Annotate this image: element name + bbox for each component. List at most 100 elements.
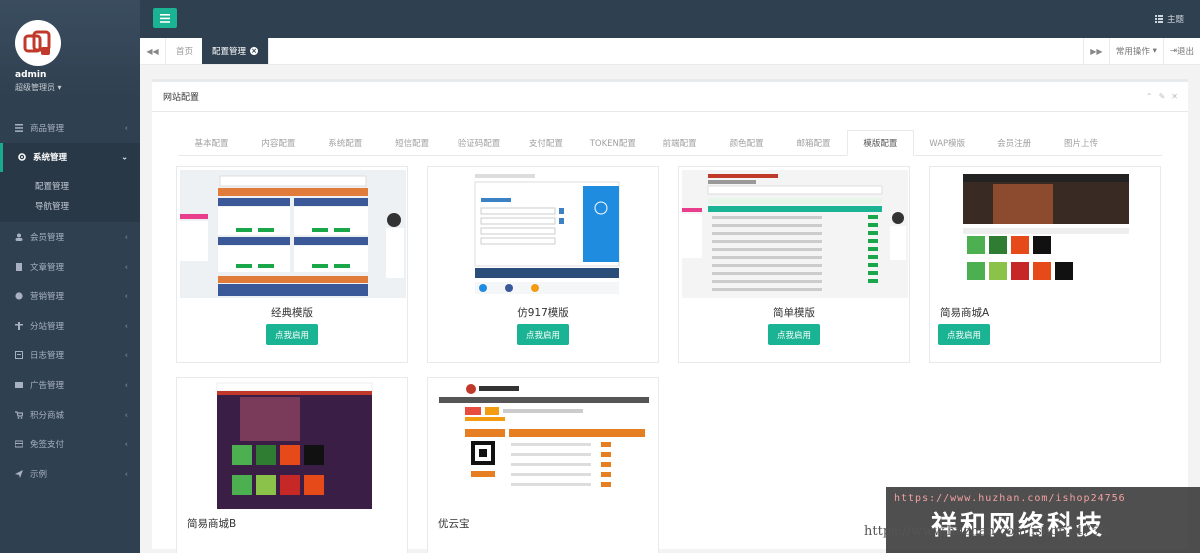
users-icon [15, 233, 23, 241]
chevron-left-icon: ‹ [124, 321, 128, 331]
template-card: 简单模版 点我启用 [678, 166, 910, 363]
template-preview [180, 381, 406, 509]
template-preview [180, 170, 406, 298]
sitemap-icon [15, 321, 23, 330]
sidebar-item-label: 广告管理 [30, 380, 65, 391]
close-icon[interactable]: × [250, 47, 259, 55]
chevron-down-icon: ⌄ [121, 152, 128, 162]
tabs-scroll-left-button[interactable]: ◀◀ [140, 38, 166, 64]
sidebar-item-label: 营销管理 [30, 292, 65, 303]
log-icon [15, 351, 23, 360]
sidebar-item-label: 会员管理 [30, 232, 65, 243]
sidebar-item-logs[interactable]: 日志管理 ‹ [0, 341, 140, 371]
chevron-left-icon: ‹ [124, 123, 128, 133]
tab-token[interactable]: TOKEN配置 [579, 130, 646, 156]
panel-tools: ⌃ ✎ ✕ [1146, 92, 1178, 101]
template-card: 简易商城A 点我启用 [929, 166, 1161, 363]
tab-system[interactable]: 系统配置 [312, 130, 379, 156]
card-icon [14, 440, 24, 448]
enable-button[interactable]: 点我启用 [768, 324, 821, 345]
sidebar-item-marketing[interactable]: 营销管理 ‹ [0, 281, 140, 311]
chevron-left-icon: ‹ [124, 232, 128, 242]
close-icon[interactable]: ✕ [1171, 92, 1178, 101]
enable-button[interactable]: 点我启用 [517, 324, 570, 345]
wrench-icon[interactable]: ✎ [1159, 92, 1166, 101]
common-ops-dropdown[interactable]: 常用操作 ▾ [1108, 38, 1163, 64]
theme-label: 主题 [1166, 15, 1184, 25]
sidebar-item-members[interactable]: 会员管理 ‹ [0, 222, 140, 252]
tab-sms[interactable]: 短信配置 [379, 130, 446, 156]
backward-icon: ◀◀ [146, 46, 159, 56]
user-name: admin [15, 70, 47, 80]
exit-label: 退出 [1176, 47, 1194, 57]
tab-wap-template[interactable]: WAP模版 [914, 130, 981, 156]
chevron-left-icon: ‹ [124, 469, 128, 479]
tab-email[interactable]: 邮箱配置 [780, 130, 847, 156]
chevron-left-icon: ‹ [124, 350, 128, 360]
sidebar-item-articles[interactable]: 文章管理 ‹ [0, 252, 140, 282]
sidebar-subitem-config[interactable]: 配置管理 [0, 176, 140, 196]
chevron-left-icon: ‹ [124, 291, 128, 301]
template-preview [431, 381, 657, 509]
tab-payment[interactable]: 支付配置 [512, 130, 579, 156]
template-name: 优云宝 [438, 518, 470, 530]
watermark-url-secondary: https://www.huzhan.com/ishop24756 [864, 524, 1108, 539]
sidebar-item-examples[interactable]: 示例 ‹ [0, 459, 140, 489]
template-name: 经典模版 [271, 307, 313, 319]
sidebar-menu: 商品管理 ‹ 系统管理 ⌄ 配置管理 导航管理 会员管理 ‹ 文章管理 ‹ 营销管理 ‹ … [0, 113, 140, 489]
chevron-left-icon: ‹ [124, 380, 128, 390]
file-icon [15, 262, 23, 271]
sidebar: admin 超级管理员 ▾ 商品管理 ‹ 系统管理 ⌄ 配置管理 导航管理 会员管理… [0, 0, 140, 553]
sign-out-icon: ⇥ [1169, 46, 1177, 56]
chevron-left-icon: ‹ [124, 439, 128, 449]
enable-button[interactable]: 点我启用 [938, 324, 991, 345]
app-logo [15, 20, 61, 66]
template-card: 简易商城B [176, 377, 408, 553]
page-tabs-bar: ◀◀ 首页 配置管理 × ▶▶ 常用操作 ▾ ⇥ 退出 [140, 38, 1200, 65]
sidebar-item-label: 商品管理 [30, 123, 65, 134]
tabs-scroll-right-button[interactable]: ▶▶ [1082, 38, 1109, 64]
template-card: 优云宝 [427, 377, 659, 553]
cart-icon [15, 410, 24, 419]
tab-home[interactable]: 首页 [166, 38, 205, 64]
collapse-icon[interactable]: ⌃ [1146, 92, 1153, 101]
theme-button[interactable]: 主题 [1154, 13, 1184, 25]
sidebar-item-label: 分站管理 [30, 321, 65, 332]
sidebar-subitem-nav[interactable]: 导航管理 [0, 196, 140, 216]
forward-icon: ▶▶ [1090, 46, 1103, 56]
exit-button[interactable]: ⇥ 退出 [1162, 38, 1200, 64]
panel-title: 网站配置 ⌃ ✎ ✕ [152, 82, 1188, 112]
tab-captcha[interactable]: 验证码配置 [446, 130, 513, 156]
sidebar-item-products[interactable]: 商品管理 ‹ [0, 113, 140, 143]
enable-button[interactable]: 点我启用 [266, 324, 319, 345]
tab-content[interactable]: 内容配置 [245, 130, 312, 156]
main-content: 网站配置 ⌃ ✎ ✕ 基本配置 内容配置 系统配置 短信配置 验证码配置 支付配… [140, 65, 1200, 553]
sidebar-item-system[interactable]: 系统管理 ⌄ [0, 142, 140, 173]
user-role-dropdown[interactable]: 超级管理员 ▾ [15, 82, 125, 93]
sidebar-item-label: 免签支付 [30, 440, 65, 451]
tab-color[interactable]: 颜色配置 [713, 130, 780, 156]
sidebar-item-ads[interactable]: 广告管理 ‹ [0, 370, 140, 400]
sidebar-item-label: 积分商城 [30, 410, 65, 421]
template-card: 经典模版 点我启用 [176, 166, 408, 363]
menu-toggle-button[interactable] [153, 8, 177, 28]
top-navbar: 主题 [140, 0, 1200, 38]
tasks-icon [1154, 15, 1163, 23]
tab-member-register[interactable]: 会员注册 [981, 130, 1048, 156]
tab-image-upload[interactable]: 图片上传 [1048, 130, 1115, 156]
template-preview [933, 170, 1159, 298]
tab-config-manage[interactable]: 配置管理 × [202, 38, 270, 64]
sidebar-item-label: 文章管理 [30, 262, 65, 273]
template-preview [431, 170, 657, 298]
tab-frontend[interactable]: 前端配置 [646, 130, 713, 156]
tab-label: 配置管理 [212, 47, 247, 57]
tab-right-ops: ▶▶ 常用操作 ▾ ⇥ 退出 [1082, 38, 1200, 64]
sidebar-item-free-pay[interactable]: 免签支付 ‹ [0, 429, 140, 459]
tab-basic[interactable]: 基本配置 [178, 130, 245, 156]
config-tabs: 基本配置 内容配置 系统配置 短信配置 验证码配置 支付配置 TOKEN配置 前… [178, 130, 1162, 156]
watermark-url: https://www.huzhan.com/ishop24756 [894, 493, 1126, 504]
sidebar-item-substations[interactable]: 分站管理 ‹ [0, 311, 140, 341]
sidebar-item-points-mall[interactable]: 积分商城 ‹ [0, 400, 140, 430]
tab-template[interactable]: 模版配置 [846, 130, 914, 156]
template-name: 简易商城B [187, 518, 237, 530]
